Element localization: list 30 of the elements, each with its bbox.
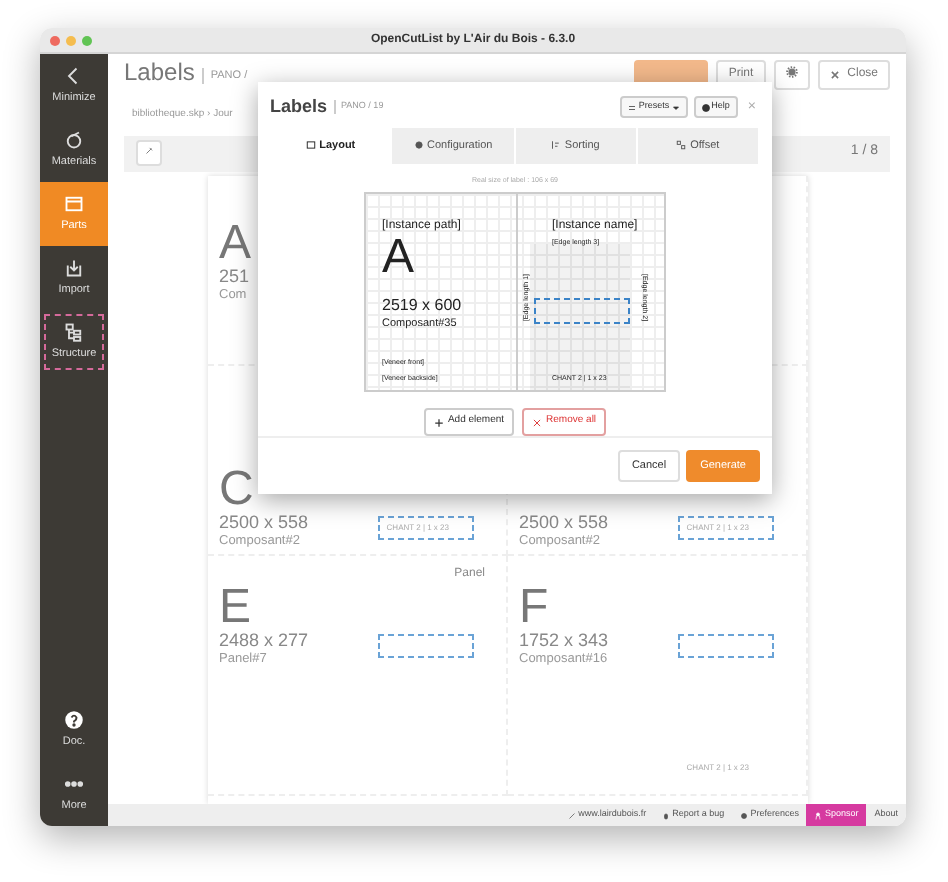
page-title: Labels: [124, 60, 195, 87]
pencil-circle-icon: [64, 129, 84, 150]
label-dimensions: 2488 x 277: [219, 631, 309, 651]
sort-icon: [550, 139, 561, 150]
preview-text: 2519 x 600: [382, 294, 462, 318]
settings-button[interactable]: [773, 60, 810, 90]
label-letter: E: [219, 583, 252, 631]
caret-icon: [671, 103, 680, 112]
label-dimensions: 2500 x 558: [519, 513, 609, 533]
layout-icon: [305, 139, 316, 150]
edge-outline: [534, 298, 630, 324]
toolbar-button[interactable]: [136, 140, 162, 166]
plus-icon: [433, 417, 444, 427]
sliders-icon: [628, 103, 637, 112]
label-letter: C: [219, 465, 254, 513]
offset-icon: [676, 139, 687, 150]
label-dimensions: 1752 x 343: [519, 631, 609, 651]
dialog-title: Labels: [270, 94, 328, 120]
preview-letter: A: [382, 234, 415, 282]
label-letter: F: [519, 583, 549, 631]
close-icon: [532, 417, 543, 427]
label-letter: A: [219, 219, 252, 267]
window-icon: [64, 193, 84, 214]
close-icon: [829, 70, 840, 80]
pin-icon: [144, 145, 154, 156]
label-dimensions: 2500 x 558: [219, 513, 309, 533]
import-icon: [64, 257, 84, 278]
label-dimensions: 251: [219, 267, 250, 287]
ribbon-icon: [814, 811, 823, 819]
hierarchy-icon: [64, 321, 84, 342]
